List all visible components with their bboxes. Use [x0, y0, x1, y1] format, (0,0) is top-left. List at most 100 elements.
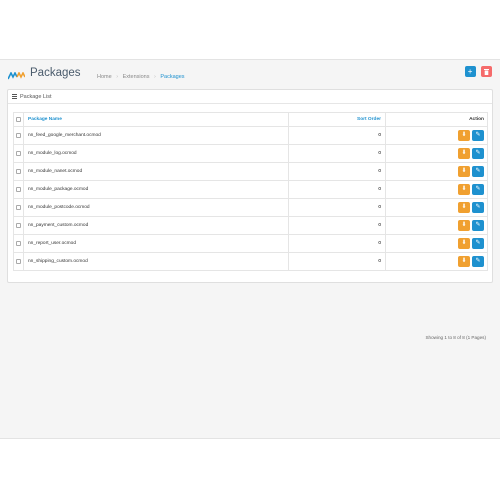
panel-heading: Package List: [8, 90, 492, 104]
row-checkbox[interactable]: [16, 222, 21, 228]
package-name: nn_module_nanet.ocmod: [23, 162, 289, 181]
row-checkbox[interactable]: [16, 150, 21, 156]
edit-button[interactable]: ✎: [472, 256, 484, 267]
edit-button[interactable]: ✎: [472, 238, 484, 249]
download-icon: ⬇: [461, 132, 467, 138]
table-row: nn_module_nanet.ocmod 0 ⬇ ✎: [13, 162, 488, 181]
row-select-cell: [13, 144, 24, 163]
brand-logo: [8, 72, 25, 80]
table-row: nn_module_postcode.ocmod 0 ⬇ ✎: [13, 198, 488, 217]
page-frame: Packages Home › Extensions › Packages + …: [0, 59, 500, 439]
row-select-cell: [13, 252, 24, 271]
sort-order: 0: [288, 180, 386, 199]
table-row: nn_module_package.ocmod 0 ⬇ ✎: [13, 180, 488, 199]
download-button[interactable]: ⬇: [458, 256, 470, 267]
row-checkbox[interactable]: [16, 132, 21, 138]
list-icon: [12, 94, 17, 99]
column-action: Action: [385, 112, 488, 127]
column-sort-order[interactable]: Sort Order: [288, 112, 386, 127]
download-button[interactable]: ⬇: [458, 202, 470, 213]
sort-order: 0: [288, 252, 386, 271]
sort-order: 0: [288, 234, 386, 253]
table-row: nn_shipping_custom.ocmod 0 ⬇ ✎: [13, 252, 488, 271]
row-actions: ⬇ ✎: [385, 252, 488, 271]
row-select-cell: [13, 234, 24, 253]
row-select-cell: [13, 162, 24, 181]
package-name: nn_module_log.ocmod: [23, 144, 289, 163]
pencil-icon: ✎: [475, 222, 481, 228]
download-icon: ⬇: [461, 150, 467, 156]
download-button[interactable]: ⬇: [458, 238, 470, 249]
edit-button[interactable]: ✎: [472, 130, 484, 141]
add-button[interactable]: +: [464, 66, 476, 77]
trash-icon: [484, 69, 489, 75]
row-actions: ⬇ ✎: [385, 162, 488, 181]
download-button[interactable]: ⬇: [458, 130, 470, 141]
package-list-panel: Package List Package Name Sort Order Act…: [7, 89, 493, 340]
row-checkbox[interactable]: [16, 186, 21, 192]
download-button[interactable]: ⬇: [458, 166, 470, 177]
download-button[interactable]: ⬇: [458, 184, 470, 195]
download-icon: ⬇: [461, 258, 467, 264]
package-name: nn_module_package.ocmod: [23, 180, 289, 199]
sort-order: 0: [288, 144, 386, 163]
header-actions: +: [464, 66, 492, 84]
package-name: nn_report_user.ocmod: [23, 234, 289, 253]
chevron-right-icon: ›: [154, 74, 156, 80]
table-row: nn_report_user.ocmod 0 ⬇ ✎: [13, 234, 488, 253]
package-name: nn_feed_google_merchant.ocmod: [23, 126, 289, 145]
pencil-icon: ✎: [475, 204, 481, 210]
package-name: nn_shipping_custom.ocmod: [23, 252, 289, 271]
edit-button[interactable]: ✎: [472, 184, 484, 195]
pencil-icon: ✎: [475, 258, 481, 264]
table-row: nn_feed_google_merchant.ocmod 0 ⬇ ✎: [13, 126, 488, 145]
pencil-icon: ✎: [475, 186, 481, 192]
download-icon: ⬇: [461, 204, 467, 210]
row-actions: ⬇ ✎: [385, 180, 488, 199]
table-header-row: Package Name Sort Order Action: [13, 112, 488, 127]
edit-button[interactable]: ✎: [472, 220, 484, 231]
row-checkbox[interactable]: [16, 204, 21, 210]
page-header: Packages Home › Extensions › Packages +: [8, 65, 492, 87]
table-row: nn_module_log.ocmod 0 ⬇ ✎: [13, 144, 488, 163]
table-row: nn_payment_custom.ocmod 0 ⬇ ✎: [13, 216, 488, 235]
breadcrumb-extensions[interactable]: Extensions: [123, 74, 150, 80]
row-checkbox[interactable]: [16, 258, 21, 264]
delete-button[interactable]: [481, 66, 492, 77]
panel-title: Package List: [20, 94, 52, 100]
download-button[interactable]: ⬇: [458, 148, 470, 159]
download-icon: ⬇: [461, 168, 467, 174]
pencil-icon: ✎: [475, 132, 481, 138]
package-name: nn_payment_custom.ocmod: [23, 216, 289, 235]
row-checkbox[interactable]: [16, 168, 21, 174]
sort-order: 0: [288, 162, 386, 181]
column-package-name[interactable]: Package Name: [23, 112, 289, 127]
sort-order: 0: [288, 216, 386, 235]
plus-icon: +: [467, 67, 473, 76]
download-icon: ⬇: [461, 240, 467, 246]
sort-order: 0: [288, 126, 386, 145]
row-actions: ⬇ ✎: [385, 234, 488, 253]
row-select-cell: [13, 126, 24, 145]
download-icon: ⬇: [461, 186, 467, 192]
edit-button[interactable]: ✎: [472, 202, 484, 213]
pencil-icon: ✎: [475, 150, 481, 156]
row-actions: ⬇ ✎: [385, 216, 488, 235]
pagination-text: Showing 1 to 8 of 8 (1 Pages): [425, 335, 486, 340]
download-button[interactable]: ⬇: [458, 220, 470, 231]
select-all-checkbox[interactable]: [16, 116, 21, 122]
sort-order: 0: [288, 198, 386, 217]
row-select-cell: [13, 198, 24, 217]
row-checkbox[interactable]: [16, 240, 21, 246]
pencil-icon: ✎: [475, 240, 481, 246]
page-title: Packages: [30, 67, 81, 79]
edit-button[interactable]: ✎: [472, 166, 484, 177]
chevron-right-icon: ›: [116, 74, 119, 80]
row-actions: ⬇ ✎: [385, 198, 488, 217]
select-all-cell: [13, 112, 24, 127]
row-select-cell: [13, 216, 24, 235]
row-select-cell: [13, 180, 24, 199]
edit-button[interactable]: ✎: [472, 148, 484, 159]
breadcrumb-home[interactable]: Home: [97, 74, 112, 80]
breadcrumb-packages[interactable]: Packages: [160, 74, 184, 80]
